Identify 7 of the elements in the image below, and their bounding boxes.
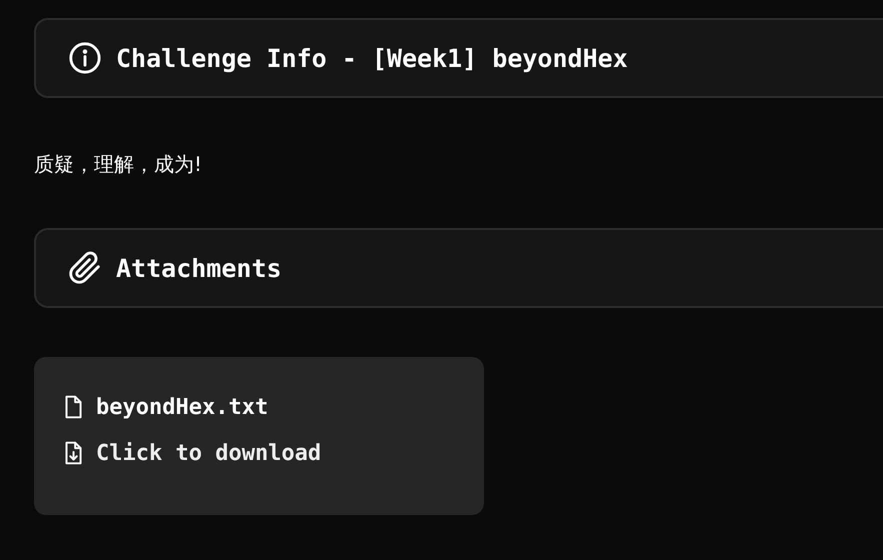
info-icon [68, 41, 102, 75]
paperclip-icon [68, 251, 102, 285]
file-name: beyondHex.txt [96, 394, 268, 420]
challenge-description: 质疑，理解，成为! [34, 151, 204, 178]
challenge-title: Challenge Info - [Week1] beyondHex [116, 44, 628, 72]
attachments-title: Attachments [116, 254, 282, 282]
download-link[interactable]: Click to download [96, 440, 322, 466]
